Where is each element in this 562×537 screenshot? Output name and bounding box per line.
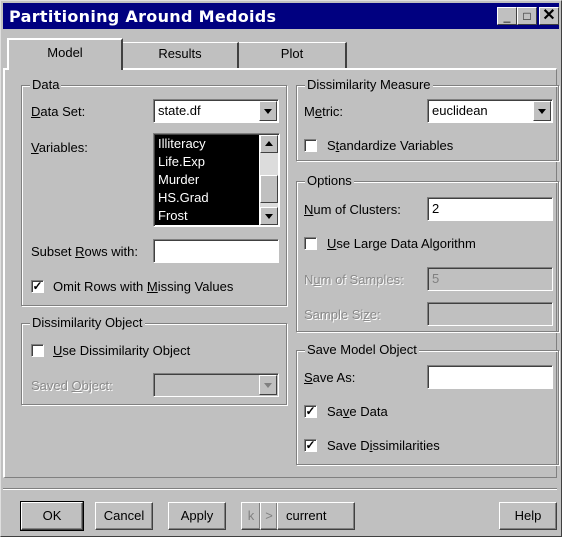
tab-plot[interactable]: Plot <box>239 42 347 68</box>
dissim-measure-legend: Dissimilarity Measure <box>305 77 433 92</box>
scroll-up-icon[interactable] <box>260 135 278 153</box>
metric-select[interactable]: euclidean <box>427 99 553 123</box>
subset-rows-input[interactable] <box>153 239 279 263</box>
data-group-legend: Data <box>30 77 62 92</box>
list-item[interactable]: HS.Grad <box>155 189 259 207</box>
scroll-down-icon[interactable] <box>260 207 278 225</box>
use-dissim-object-checkbox[interactable] <box>31 344 44 357</box>
dataset-label: Data Set: <box>31 104 86 119</box>
variables-scrollbar[interactable] <box>260 135 278 225</box>
variables-list: Illiteracy Life.Exp Murder HS.Grad Frost… <box>155 135 259 225</box>
sample-size-label: Sample Size: <box>304 307 381 322</box>
num-samples-label: Num of Samples: <box>304 272 404 287</box>
current-button[interactable]: current <box>277 502 355 530</box>
footer-divider <box>3 488 557 490</box>
minimize-button[interactable]: _ <box>497 7 517 25</box>
apply-button[interactable]: Apply <box>168 502 226 530</box>
subset-rows-label: Subset Rows with: <box>31 244 138 259</box>
options-legend: Options <box>305 173 354 188</box>
num-samples-input: 5 <box>427 267 553 291</box>
large-data-checkbox[interactable] <box>304 237 317 250</box>
help-button[interactable]: Help <box>499 502 557 530</box>
cancel-button[interactable]: Cancel <box>95 502 153 530</box>
chevron-down-icon[interactable] <box>533 101 551 121</box>
save-data-checkbox[interactable]: ✓ <box>304 405 317 418</box>
save-as-input[interactable] <box>427 365 553 389</box>
list-item[interactable]: Life.Exp <box>155 153 259 171</box>
list-item[interactable]: Illiteracy <box>155 135 259 153</box>
standardize-checkbox[interactable] <box>304 139 317 152</box>
num-clusters-input[interactable]: 2 <box>427 197 553 221</box>
chevron-down-icon[interactable] <box>259 101 277 121</box>
standardize-label[interactable]: Standardize Variables <box>327 138 453 153</box>
dialog-window: Partitioning Around Medoids _ □ ✕ Model … <box>0 0 562 537</box>
metric-label: Metric: <box>304 104 344 119</box>
prev-button[interactable]: k <box>241 502 261 530</box>
omit-missing-checkbox[interactable]: ✓ <box>31 280 44 293</box>
dataset-select[interactable]: state.df <box>153 99 279 123</box>
save-data-label[interactable]: Save Data <box>327 404 388 419</box>
variables-label: Variables: <box>31 140 88 155</box>
tab-results[interactable]: Results <box>123 42 239 68</box>
title-bar[interactable]: Partitioning Around Medoids _ □ ✕ <box>3 3 559 29</box>
save-dissimilarities-checkbox[interactable]: ✓ <box>304 439 317 452</box>
list-item[interactable]: Murder <box>155 171 259 189</box>
next-button[interactable]: > <box>260 502 278 530</box>
sample-size-input <box>427 302 553 326</box>
variables-listbox[interactable]: Illiteracy Life.Exp Murder HS.Grad Frost… <box>153 133 280 227</box>
dissim-object-legend: Dissimilarity Object <box>30 315 145 330</box>
omit-missing-label[interactable]: Omit Rows with Missing Values <box>53 279 233 294</box>
close-button[interactable]: ✕ <box>539 7 559 25</box>
saved-object-select <box>153 373 279 397</box>
save-as-label: Save As: <box>304 370 356 385</box>
list-item[interactable]: Frost <box>155 207 259 225</box>
metric-select-value: euclidean <box>432 103 488 118</box>
tab-model[interactable]: Model <box>7 38 123 70</box>
scroll-thumb[interactable] <box>260 175 278 203</box>
window-title: Partitioning Around Medoids <box>9 7 277 26</box>
maximize-button[interactable]: □ <box>517 7 537 25</box>
ok-button[interactable]: OK <box>20 501 84 531</box>
dataset-select-value: state.df <box>158 103 201 118</box>
large-data-label[interactable]: Use Large Data Algorithm <box>327 236 476 251</box>
saved-object-label: Saved Object: <box>31 378 113 393</box>
save-dissimilarities-label[interactable]: Save Dissimilarities <box>327 438 440 453</box>
num-clusters-label: Num of Clusters: <box>304 202 401 217</box>
use-dissim-object-label[interactable]: Use Dissimilarity Object <box>53 343 190 358</box>
save-model-legend: Save Model Object <box>305 342 419 357</box>
chevron-down-icon <box>259 375 277 395</box>
